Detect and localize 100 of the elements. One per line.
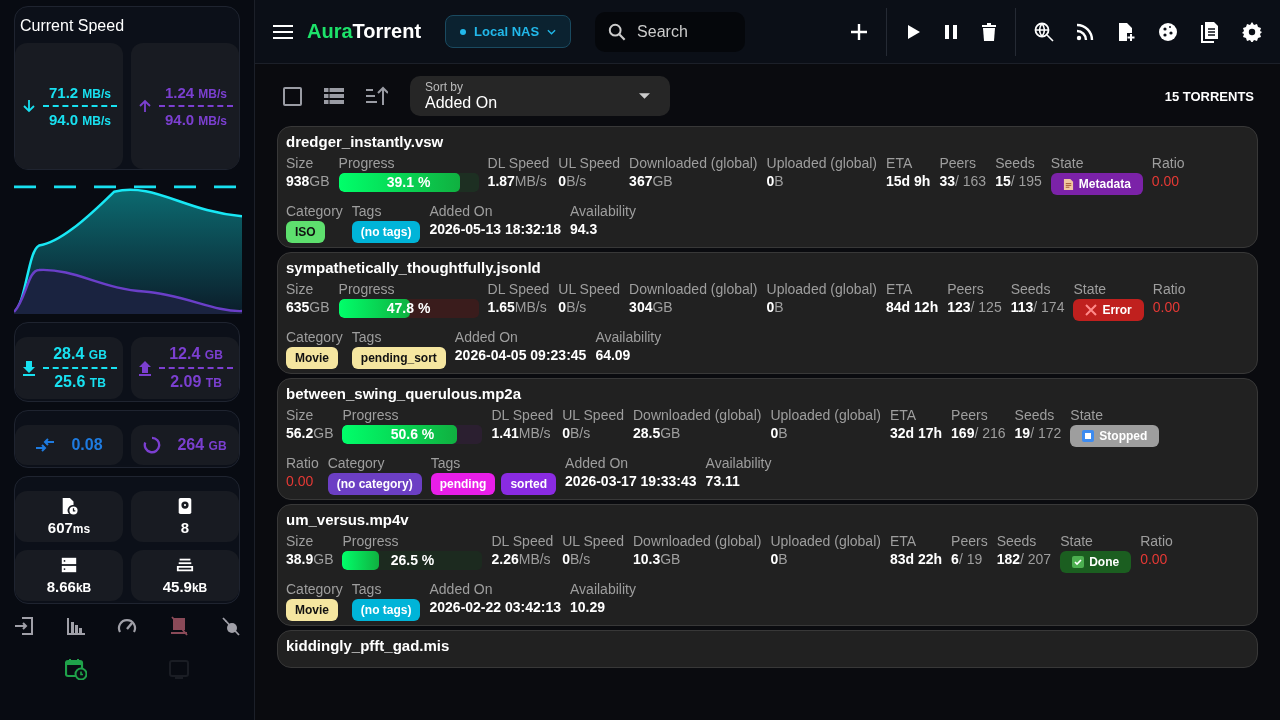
field-label: State [1070,407,1104,423]
field-value: 0B [770,551,789,567]
tag-chip[interactable]: pending [430,473,496,495]
arrow-down-icon [21,98,37,114]
torrent-card[interactable] [277,126,1258,248]
field-label: Downloaded (global) [629,281,758,297]
delete-icon[interactable] [981,22,997,41]
file-clock-icon [60,497,78,515]
field-value: 0B/s [562,425,592,441]
calendar-clock-icon[interactable] [64,658,87,680]
rss-icon[interactable] [1076,22,1094,41]
pause-icon[interactable] [943,23,959,40]
field-value: 84d 12h [886,299,939,315]
torrent-name: um_versus.mp4v [286,511,410,528]
field-label: UL Speed [562,533,624,549]
ring-icon [143,436,162,454]
all-time-total: 25.6 TB [54,373,106,391]
field-value: 6/ 19 [951,551,984,567]
cookie-icon[interactable] [1158,21,1178,42]
list-view-icon[interactable] [324,88,344,104]
field-label: Progress [338,155,396,171]
arrow-up-icon [137,98,153,114]
speed-value: 71.2 MB/s [48,84,111,101]
select-all-checkbox[interactable] [283,86,302,106]
bar-chart-icon[interactable] [65,616,86,636]
sort-icon[interactable] [366,86,388,106]
field-label: Downloaded (global) [633,533,762,549]
state-badge: Stopped [1070,425,1160,447]
field-value: 182/ 207 [996,551,1052,567]
field-value: 2026-05-13 18:32:18 [429,221,562,237]
theme-icon[interactable] [220,616,240,636]
progress-bar: 26.5 % [342,551,483,570]
torrent-card[interactable]: kiddingly_pfft_gad.mis [277,630,1258,668]
field-label: Ratio [1152,281,1186,297]
field-value: 1.41MB/s [491,425,552,441]
field-label: Progress [338,281,396,297]
field-label: Tags [351,329,383,345]
torrent-card[interactable] [277,252,1258,374]
tag-chip[interactable]: (no category) [327,473,422,495]
field-label: Added On [429,203,494,219]
torrent-card[interactable] [277,378,1258,500]
settings-icon[interactable] [1242,21,1262,42]
login-icon[interactable] [14,616,34,636]
field-value: 15d 9h [886,173,931,189]
tag-chip[interactable]: Movie [286,599,338,621]
menu-icon[interactable] [273,23,293,40]
field-label: Seeds [1010,281,1052,297]
torrent-name: dredger_instantly.vsw [286,133,445,150]
monitor-off-icon[interactable] [168,616,189,636]
search-field[interactable]: Search [595,11,746,52]
field-value: 304GB [629,299,674,315]
field-value: 33/ 163 [939,173,987,189]
sort-dropdown[interactable]: Sort by Added On [410,76,670,116]
add-icon[interactable] [850,22,868,41]
field-value: 38.9GB [286,551,334,567]
tag-chip[interactable]: ISO [286,221,325,243]
free-space-value: 264 GB [177,436,227,454]
progress-bar: 50.6 % [342,425,483,444]
file-add-icon[interactable] [1116,21,1136,42]
field-value: 10.3GB [633,551,682,567]
field-value: 0B [770,425,789,441]
field-label: DL Speed [491,533,554,549]
globe-search-icon[interactable] [1034,21,1054,42]
field-label: Downloaded (global) [629,155,758,171]
field-label: Availability [595,329,662,345]
tag-chip[interactable]: sorted [501,473,557,495]
field-label: Uploaded (global) [770,407,881,423]
field-value: 123/ 125 [947,299,1002,315]
field-label: ETA [889,533,918,549]
document-icon[interactable] [1200,20,1220,43]
play-icon[interactable] [905,23,921,40]
field-label: Seeds [995,155,1036,171]
field-label: Progress [342,533,400,549]
field-label: Progress [342,407,400,423]
field-value: 0B/s [562,551,592,567]
stat-value: 8.66kB [46,578,92,595]
panel-title: Current Speed [19,16,126,36]
field-label: Added On [429,581,494,597]
field-value: 10.29 [570,599,607,615]
field-label: Category [286,581,343,597]
tag-chip[interactable]: Movie [286,347,338,369]
stat-value: 8 [180,519,190,536]
ratio-value: 0.08 [71,436,103,454]
download-icon [21,360,37,376]
tag-chip[interactable]: pending_sort [351,347,446,369]
field-value: 2026-04-05 09:23:45 [454,347,587,363]
field-label: Tags [351,203,383,219]
field-value: 19/ 172 [1014,425,1062,441]
torrent-card[interactable] [277,504,1258,626]
field-value: 113/ 174 [1010,299,1065,315]
field-label: Added On [565,455,630,471]
search-icon [608,22,627,41]
field-value: 169/ 216 [951,425,1006,441]
server-selector[interactable]: Local NAS [445,15,572,48]
field-label: Peers [939,155,977,171]
field-value: 2026-02-22 03:42:13 [429,599,562,615]
field-value: 367GB [629,173,674,189]
field-label: Size [286,533,315,549]
field-label: Uploaded (global) [770,533,881,549]
field-value: 938GB [286,173,330,189]
